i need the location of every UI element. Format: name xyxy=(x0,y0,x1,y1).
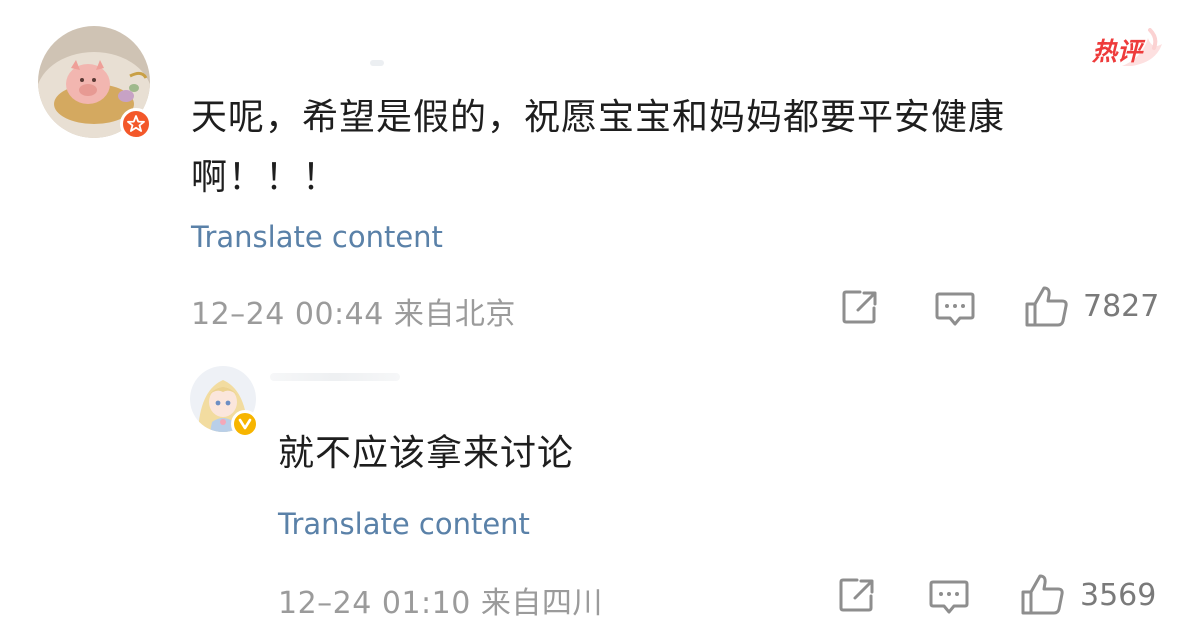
thumbs-up-icon[interactable] xyxy=(1024,284,1070,328)
share-icon[interactable] xyxy=(837,576,879,614)
reply-translate-content-link[interactable]: Translate content xyxy=(278,507,530,541)
reply-meta: 12–24 01:10 来自四川 xyxy=(278,578,603,622)
reply-location: 来自四川 xyxy=(480,586,603,621)
star-badge-icon xyxy=(120,108,152,140)
hot-tag-label: 热评 xyxy=(1092,37,1143,66)
reply-username-obscured xyxy=(270,373,400,381)
verified-v-badge-icon xyxy=(231,410,259,438)
thumbs-up-icon[interactable] xyxy=(1020,572,1066,616)
username-obscured xyxy=(370,60,384,66)
comment-icon[interactable] xyxy=(934,290,976,328)
comment-location: 来自北京 xyxy=(393,297,516,332)
like-count: 7827 xyxy=(1083,289,1160,324)
translate-content-link[interactable]: Translate content xyxy=(191,220,443,254)
comment-text: 天呢，希望是假的，祝愿宝宝和妈妈都要平安健康啊！！！ xyxy=(191,97,1006,198)
reply-text: 就不应该拿来讨论 xyxy=(278,433,575,474)
comment-meta: 12–24 00:44 来自北京 xyxy=(191,289,516,333)
hot-comment-tag: 热评 xyxy=(1092,28,1162,68)
comment-time: 12–24 00:44 xyxy=(191,297,384,332)
comment-icon[interactable] xyxy=(928,578,970,616)
reply-like-count: 3569 xyxy=(1080,578,1157,613)
reply-time: 12–24 01:10 xyxy=(278,586,471,621)
share-icon[interactable] xyxy=(840,288,882,326)
